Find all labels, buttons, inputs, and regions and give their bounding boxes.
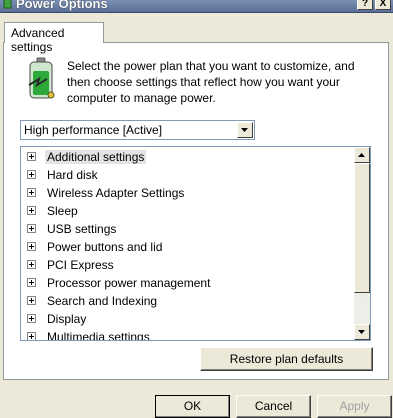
power-plan-value: High performance [Active] xyxy=(24,123,163,137)
expand-icon[interactable] xyxy=(27,206,36,216)
help-button[interactable]: ? xyxy=(357,0,373,10)
tree-item-label: Display xyxy=(47,312,87,326)
battery-icon xyxy=(28,57,55,99)
tree-item-label: Processor power management xyxy=(47,276,211,290)
tree-item-search-indexing[interactable]: Search and Indexing xyxy=(27,292,159,310)
tree-item-usb-settings[interactable]: USB settings xyxy=(27,220,118,238)
tree-item-multimedia[interactable]: Multimedia settings xyxy=(27,328,152,341)
title-bar[interactable]: Power Options ? X xyxy=(0,0,393,13)
tree-item-label: Search and Indexing xyxy=(47,294,158,308)
expand-icon[interactable] xyxy=(27,332,36,340)
tree-item-wireless-adapter[interactable]: Wireless Adapter Settings xyxy=(27,184,186,202)
expand-icon[interactable] xyxy=(27,296,36,306)
tree-item-label: Sleep xyxy=(47,204,78,218)
arrow-up-icon xyxy=(358,153,365,157)
settings-tree[interactable]: Additional settings Hard disk Wireless A… xyxy=(20,146,371,341)
tree-item-display[interactable]: Display xyxy=(27,310,88,328)
tree-item-processor-power[interactable]: Processor power management xyxy=(27,274,212,292)
scroll-down-button[interactable] xyxy=(354,324,370,340)
dropdown-arrow-button[interactable] xyxy=(237,122,253,138)
expand-icon[interactable] xyxy=(27,170,36,180)
ok-button[interactable]: OK xyxy=(155,395,230,418)
apply-button[interactable]: Apply xyxy=(317,395,392,418)
arrow-down-icon xyxy=(358,330,365,334)
tree-item-label: PCI Express xyxy=(47,258,114,272)
tree-item-label: Additional settings xyxy=(45,150,147,164)
tree-item-pci-express[interactable]: PCI Express xyxy=(27,256,116,274)
tree-item-sleep[interactable]: Sleep xyxy=(27,202,80,220)
tree-item-additional-settings[interactable]: Additional settings xyxy=(27,148,147,166)
tree-item-hard-disk[interactable]: Hard disk xyxy=(27,166,100,184)
cancel-button[interactable]: Cancel xyxy=(236,395,311,418)
restore-plan-defaults-button[interactable]: Restore plan defaults xyxy=(200,347,373,371)
window-title: Power Options xyxy=(16,0,108,11)
expand-icon[interactable] xyxy=(27,260,36,270)
expand-icon[interactable] xyxy=(27,224,36,234)
tree-item-power-buttons[interactable]: Power buttons and lid xyxy=(27,238,164,256)
vertical-scrollbar[interactable] xyxy=(354,147,370,340)
tree-item-label: Multimedia settings xyxy=(47,330,150,341)
chevron-down-icon xyxy=(241,128,248,132)
expand-icon[interactable] xyxy=(27,188,36,198)
power-plan-dropdown[interactable]: High performance [Active] xyxy=(20,120,255,140)
tree-item-label: Hard disk xyxy=(47,168,98,182)
power-options-icon xyxy=(3,0,12,9)
scroll-thumb[interactable] xyxy=(354,163,370,293)
tree-item-label: USB settings xyxy=(47,222,117,236)
expand-icon[interactable] xyxy=(27,242,36,252)
tree-item-label: Wireless Adapter Settings xyxy=(47,186,185,200)
scroll-up-button[interactable] xyxy=(354,147,370,163)
expand-icon[interactable] xyxy=(27,152,36,162)
tab-advanced-settings[interactable]: Advanced settings xyxy=(4,22,104,54)
expand-icon[interactable] xyxy=(27,314,36,324)
close-button[interactable]: X xyxy=(375,0,391,10)
expand-icon[interactable] xyxy=(27,278,36,288)
tree-item-label: Power buttons and lid xyxy=(47,240,163,254)
description-text: Select the power plan that you want to c… xyxy=(67,59,355,105)
